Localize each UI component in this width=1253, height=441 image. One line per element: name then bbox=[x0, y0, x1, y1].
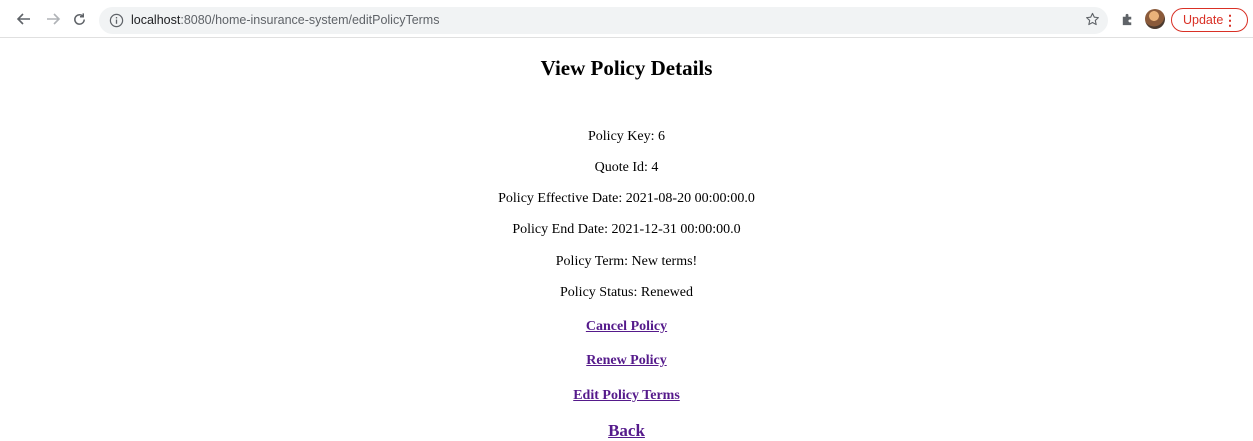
renew-policy-link[interactable]: Renew Policy bbox=[586, 353, 666, 368]
update-label: Update bbox=[1183, 13, 1224, 27]
back-link[interactable]: Back bbox=[608, 421, 645, 440]
back-arrow-icon[interactable] bbox=[14, 9, 34, 29]
url-path: :8080/home-insurance-system/editPolicyTe… bbox=[180, 13, 440, 27]
url-text: localhost:8080/home-insurance-system/edi… bbox=[131, 12, 439, 29]
policy-term-text: Policy Term: New terms! bbox=[555, 254, 698, 269]
end-date-text: Policy End Date: 2021-12-31 00:00:00.0 bbox=[512, 222, 741, 237]
star-icon[interactable] bbox=[1085, 12, 1100, 27]
address-bar[interactable]: localhost:8080/home-insurance-system/edi… bbox=[99, 7, 1108, 34]
more-menu-icon[interactable]: ⋮ bbox=[1223, 9, 1237, 31]
policy-status-text: Policy Status: Renewed bbox=[560, 285, 693, 300]
puzzle-extension-icon[interactable] bbox=[1120, 12, 1135, 27]
back-row: Back bbox=[0, 420, 1253, 441]
page-title: View Policy Details bbox=[540, 56, 713, 80]
reload-icon[interactable] bbox=[69, 9, 89, 29]
edit-policy-terms-link[interactable]: Edit Policy Terms bbox=[573, 388, 680, 403]
info-icon[interactable] bbox=[109, 13, 124, 28]
quote-id-text: Quote Id: 4 bbox=[594, 160, 659, 175]
edit-policy-terms-row: Edit Policy Terms bbox=[0, 387, 1253, 405]
renew-policy-row: Renew Policy bbox=[0, 352, 1253, 370]
policy-key-text: Policy Key: 6 bbox=[588, 129, 665, 144]
cancel-policy-link[interactable]: Cancel Policy bbox=[586, 319, 667, 334]
forward-arrow-icon[interactable] bbox=[43, 9, 63, 29]
effective-date-text: Policy Effective Date: 2021-08-20 00:00:… bbox=[498, 191, 755, 206]
browser-toolbar: localhost:8080/home-insurance-system/edi… bbox=[0, 0, 1253, 38]
avatar[interactable] bbox=[1145, 9, 1165, 29]
update-button[interactable]: Update ⋮ bbox=[1171, 8, 1248, 32]
url-host: localhost bbox=[131, 13, 181, 27]
page-content: View Policy Details Policy Key: 6 Quote … bbox=[0, 38, 1253, 441]
cancel-policy-row: Cancel Policy bbox=[0, 318, 1253, 336]
